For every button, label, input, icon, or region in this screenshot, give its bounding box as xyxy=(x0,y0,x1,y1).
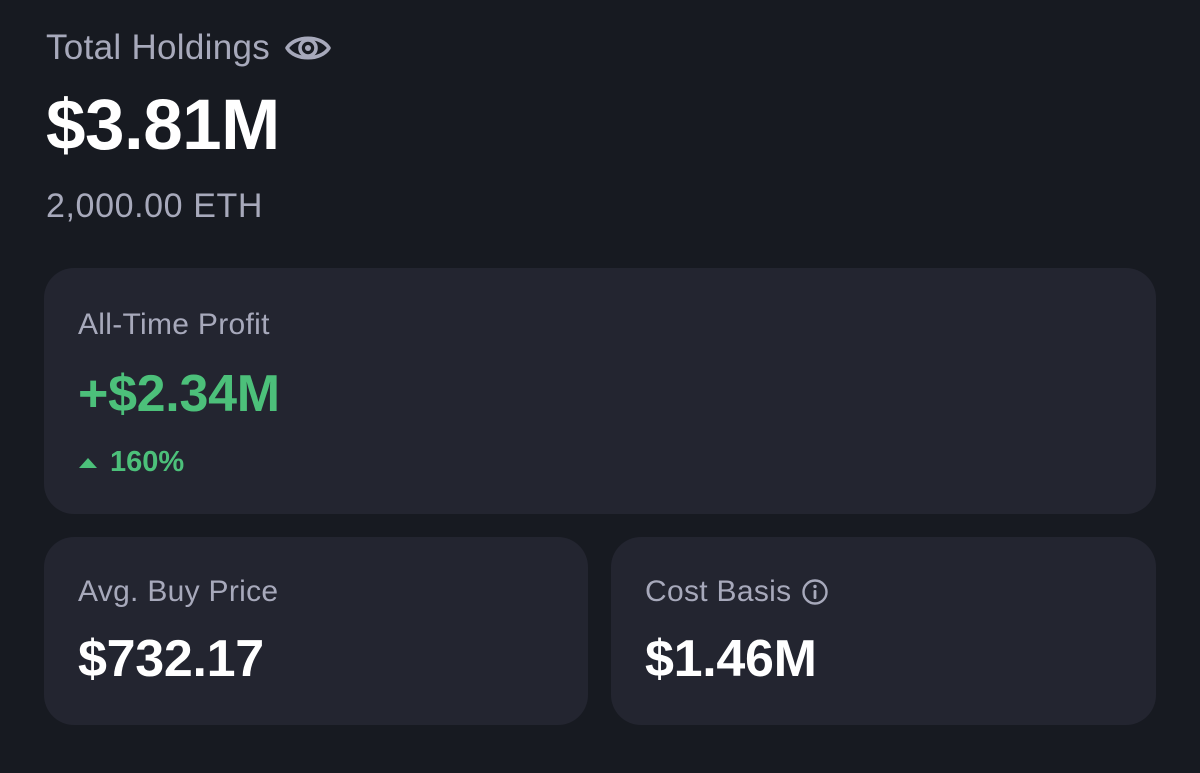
cost-basis-value: $1.46M xyxy=(645,630,817,688)
total-holdings-value: $3.81M xyxy=(46,86,280,165)
all-time-profit-card[interactable]: All-Time Profit +$2.34M 160% xyxy=(44,268,1156,514)
info-icon[interactable] xyxy=(801,578,829,606)
total-holdings-title: Total Holdings xyxy=(46,28,271,67)
cost-basis-label-row: Cost Basis xyxy=(645,573,1122,611)
avg-buy-price-card[interactable]: Avg. Buy Price $732.17 xyxy=(44,537,588,725)
profit-percent-value: 160% xyxy=(110,446,185,478)
avg-buy-price-label: Avg. Buy Price xyxy=(78,575,279,608)
avg-buy-price-value: $732.17 xyxy=(78,630,264,688)
eye-icon[interactable] xyxy=(284,31,332,65)
cost-basis-card[interactable]: Cost Basis $1.46M xyxy=(611,537,1156,725)
total-holdings-header: Total Holdings xyxy=(46,24,332,72)
all-time-profit-value: +$2.34M xyxy=(78,365,280,423)
total-holdings-section: Total Holdings $3.81M 2,000.00 ETH xyxy=(46,24,332,226)
all-time-profit-label: All-Time Profit xyxy=(78,308,270,341)
profit-percent-change: 160% xyxy=(78,446,1122,479)
up-arrow-icon xyxy=(78,457,98,469)
total-holdings-eth-amount: 2,000.00 ETH xyxy=(46,187,263,225)
cost-basis-label: Cost Basis xyxy=(645,575,792,608)
